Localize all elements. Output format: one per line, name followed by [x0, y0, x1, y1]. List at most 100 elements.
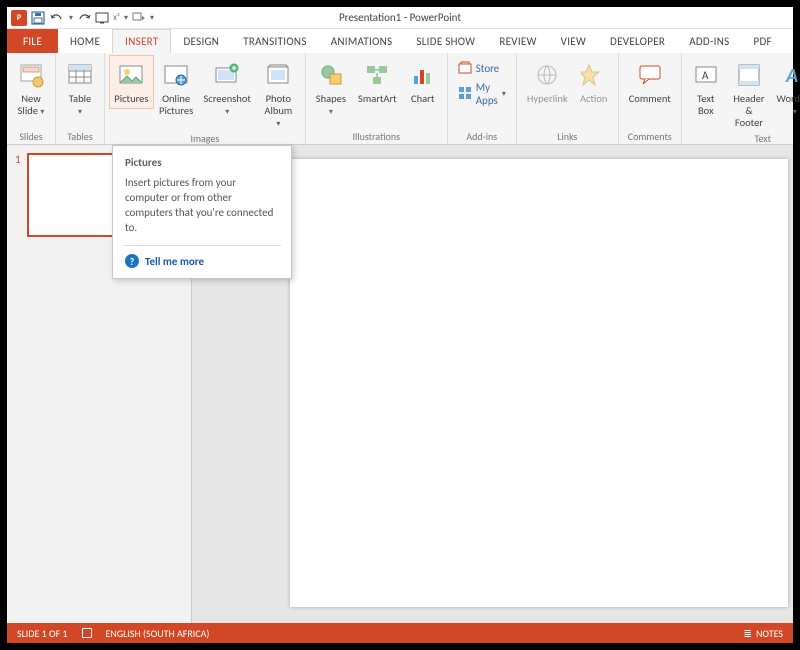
tab-slideshow[interactable]: SLIDE SHOW: [404, 29, 487, 53]
save-icon[interactable]: [31, 11, 45, 25]
header-footer-icon: [736, 59, 762, 91]
hyperlink-label: Hyperlink: [527, 93, 568, 105]
tab-transitions[interactable]: TRANSITIONS: [231, 29, 319, 53]
group-images: Pictures Online Pictures Screenshot▾ Pho…: [105, 53, 306, 144]
new-slide-button[interactable]: New Slide ▾: [11, 55, 51, 121]
screenshot-icon: [214, 59, 240, 91]
superscript-icon[interactable]: x²: [113, 12, 120, 23]
hyperlink-button[interactable]: Hyperlink: [521, 55, 574, 109]
notes-icon: ≣: [744, 627, 752, 640]
notes-button[interactable]: ≣ NOTES: [744, 627, 783, 640]
pictures-button[interactable]: Pictures: [109, 55, 154, 109]
tooltip-title: Pictures: [125, 156, 279, 169]
tab-insert[interactable]: INSERT: [112, 29, 171, 53]
tell-me-more-link[interactable]: ? Tell me more: [125, 254, 279, 268]
undo-icon[interactable]: [49, 11, 65, 25]
shapes-button[interactable]: Shapes▾: [310, 55, 352, 121]
group-links: Hyperlink Action Links: [517, 53, 619, 144]
superscript-dropdown-icon[interactable]: ▾: [124, 13, 128, 23]
hyperlink-icon: [534, 59, 560, 91]
group-slides-label: Slides: [19, 131, 42, 144]
comment-icon: [637, 59, 663, 91]
slide-canvas[interactable]: [290, 159, 788, 607]
group-tables-label: Tables: [67, 131, 92, 144]
pictures-tooltip: Pictures Insert pictures from your compu…: [112, 145, 292, 279]
tab-view[interactable]: VIEW: [549, 29, 598, 53]
table-button[interactable]: Table▾: [60, 55, 100, 121]
wordart-label: WordArt: [777, 92, 800, 105]
ribbon: New Slide ▾ Slides Table▾ Tables Picture…: [7, 53, 793, 145]
title-bar: P ▾ x² ▾ ▾ Presentation1 - PowerPoint: [7, 7, 793, 29]
action-label: Action: [580, 93, 607, 105]
comment-button[interactable]: Comment: [623, 55, 677, 109]
powerpoint-window: P ▾ x² ▾ ▾ Presentation1 - PowerPoint FI…: [7, 7, 793, 643]
screenshot-button[interactable]: Screenshot▾: [198, 55, 255, 121]
myapps-label: My Apps: [476, 81, 498, 107]
myapps-icon: [458, 86, 472, 103]
undo-dropdown-icon[interactable]: ▾: [69, 13, 73, 23]
pictures-label: Pictures: [114, 93, 148, 105]
tell-me-more-label: Tell me more: [145, 255, 204, 268]
tooltip-body: Insert pictures from your computer or fr…: [125, 176, 279, 235]
help-icon: ?: [125, 254, 139, 268]
tab-addins[interactable]: ADD-INS: [677, 29, 741, 53]
action-icon: [581, 59, 607, 91]
group-illustrations-label: Illustrations: [352, 131, 400, 144]
svg-text:A: A: [785, 64, 798, 88]
status-bar: SLIDE 1 OF 1 ENGLISH (SOUTH AFRICA) ≣ NO…: [7, 623, 793, 643]
redo-icon[interactable]: [77, 11, 91, 25]
screenshot-label: Screenshot: [203, 92, 250, 105]
textbox-button[interactable]: A Text Box: [686, 55, 726, 121]
start-from-beginning-icon[interactable]: [132, 11, 146, 25]
myapps-dropdown-icon: ▾: [502, 89, 506, 99]
new-slide-icon: [18, 59, 44, 91]
action-button[interactable]: Action: [574, 55, 614, 109]
table-label: Table: [69, 92, 91, 105]
tab-file[interactable]: FILE: [7, 29, 58, 53]
smartart-label: SmartArt: [358, 93, 397, 105]
photo-album-label: Photo Album: [264, 92, 292, 117]
svg-text:A: A: [702, 69, 709, 82]
store-button[interactable]: Store: [456, 59, 508, 78]
smartart-icon: [364, 59, 390, 91]
photo-album-button[interactable]: Photo Album ▾: [256, 55, 301, 133]
group-text: A Text Box Header & Footer A WordArt▾ Te…: [682, 53, 800, 144]
smartart-button[interactable]: SmartArt: [352, 55, 403, 109]
group-addins: Store My Apps ▾ Add-ins: [448, 53, 517, 144]
comment-label: Comment: [629, 93, 671, 105]
tab-developer[interactable]: DEVELOPER: [598, 29, 677, 53]
shapes-icon: [318, 59, 344, 91]
group-links-label: Links: [557, 131, 577, 144]
tab-home[interactable]: HOME: [58, 29, 112, 53]
header-footer-label: Header & Footer: [732, 93, 766, 129]
table-icon: [67, 59, 93, 91]
tab-animations[interactable]: ANIMATIONS: [319, 29, 405, 53]
textbox-label: Text Box: [697, 93, 714, 117]
group-illustrations: Shapes▾ SmartArt Chart Illustrations: [306, 53, 448, 144]
quick-access-toolbar: P ▾ x² ▾ ▾: [7, 10, 154, 26]
preview-icon[interactable]: [95, 11, 109, 25]
header-footer-button[interactable]: Header & Footer: [726, 55, 772, 133]
chart-icon: [410, 59, 436, 91]
qat-customize-icon[interactable]: ▾: [150, 13, 154, 23]
slide-counter[interactable]: SLIDE 1 OF 1: [17, 627, 68, 640]
wordart-button[interactable]: A WordArt▾: [772, 55, 800, 121]
chart-label: Chart: [411, 93, 434, 105]
new-slide-label: New Slide: [18, 92, 41, 117]
online-pictures-button[interactable]: Online Pictures: [154, 55, 199, 121]
spellcheck-icon[interactable]: [82, 628, 92, 638]
tab-pdf[interactable]: PDF: [742, 29, 784, 53]
myapps-button[interactable]: My Apps ▾: [456, 80, 508, 108]
online-pictures-icon: [163, 59, 189, 91]
slide-number: 1: [15, 153, 21, 166]
wordart-icon: A: [782, 59, 800, 91]
language-status[interactable]: ENGLISH (SOUTH AFRICA): [106, 627, 210, 640]
pictures-icon: [118, 59, 144, 91]
tab-review[interactable]: REVIEW: [487, 29, 548, 53]
ribbon-tabs: FILE HOME INSERT DESIGN TRANSITIONS ANIM…: [7, 29, 793, 53]
textbox-icon: A: [693, 59, 719, 91]
group-addins-label: Add-ins: [466, 131, 497, 144]
chart-button[interactable]: Chart: [403, 55, 443, 109]
tab-design[interactable]: DESIGN: [171, 29, 231, 53]
notes-label: NOTES: [756, 627, 783, 640]
